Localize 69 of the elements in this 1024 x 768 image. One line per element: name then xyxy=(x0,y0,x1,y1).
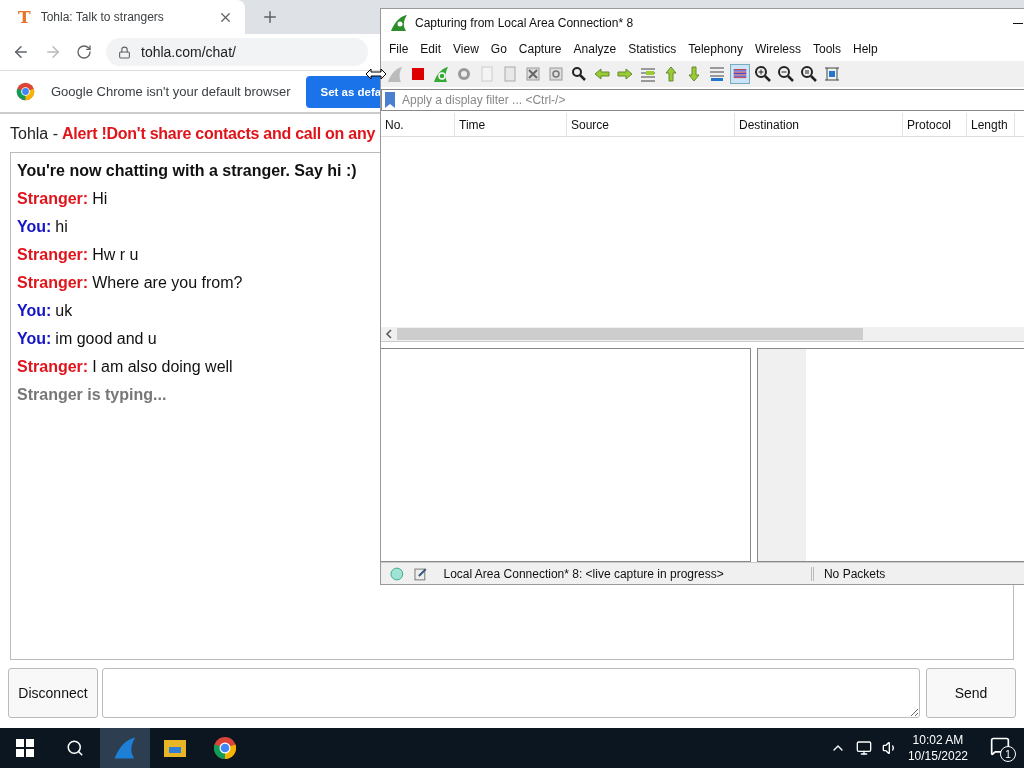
window-title: Capturing from Local Area Connection* 8 xyxy=(415,16,634,30)
message-text: im good and u xyxy=(55,330,157,348)
status-circle-icon xyxy=(390,566,404,581)
disconnect-button[interactable]: Disconnect xyxy=(8,668,98,718)
typing-indicator: Stranger is typing... xyxy=(17,386,167,404)
tab-title: Tohla: Talk to strangers xyxy=(40,10,165,24)
menu-item[interactable]: Go xyxy=(484,42,513,56)
message-text: uk xyxy=(55,302,73,320)
speaker-label: You: xyxy=(17,330,52,348)
speaker-label: Stranger: xyxy=(17,274,89,292)
display-filter-field[interactable]: Apply a display filter ... <Ctrl-/> xyxy=(381,89,1024,111)
zoom-out-icon[interactable] xyxy=(776,64,796,84)
message-text: Hw r u xyxy=(92,246,139,264)
speaker-label: Stranger: xyxy=(17,246,89,264)
system-message: You're now chatting with a stranger. Say hi :) xyxy=(17,162,357,180)
menu-item[interactable]: Help xyxy=(847,42,884,56)
minimize-icon[interactable] xyxy=(1013,22,1023,24)
speaker-label: You: xyxy=(17,218,52,236)
menu-item[interactable]: Telephony xyxy=(682,42,749,56)
network-icon[interactable] xyxy=(855,740,872,756)
resize-columns-icon[interactable] xyxy=(822,64,842,84)
address-bar[interactable]: tohla.com/chat/ xyxy=(106,38,368,66)
send-button[interactable]: Send xyxy=(926,668,1016,718)
menu-item[interactable]: Statistics xyxy=(622,42,683,56)
menu-item[interactable]: Edit xyxy=(414,42,448,56)
message-text: hi xyxy=(55,218,68,236)
menu-item[interactable]: Analyze xyxy=(567,42,623,56)
chrome-icon xyxy=(16,82,35,101)
message-input[interactable] xyxy=(102,668,920,718)
browser-tab[interactable]: T Tohla: Talk to strangers xyxy=(0,0,245,34)
menu-item[interactable]: Capture xyxy=(512,42,568,56)
speaker-label: Stranger: xyxy=(17,358,89,376)
message-text: Where are you from? xyxy=(92,274,243,292)
menu-item[interactable]: Wireless xyxy=(749,42,807,56)
colorize-icon[interactable] xyxy=(730,64,750,84)
column-header[interactable]: Protocol xyxy=(903,113,967,136)
clock[interactable]: 10:02 AM 10/15/2022 xyxy=(907,732,968,764)
bookmark-icon[interactable] xyxy=(385,92,395,108)
shark-fin-icon xyxy=(389,13,409,33)
edit-icon[interactable] xyxy=(413,566,428,581)
capture-status: Local Area Connection* 8: <live capture in progress> xyxy=(442,566,725,581)
horizontal-scrollbar[interactable] xyxy=(381,327,1024,341)
restart-icon[interactable] xyxy=(431,64,451,84)
infobar-text: Google Chrome isn't your default browser xyxy=(51,84,291,99)
column-header[interactable]: Destination xyxy=(735,113,903,136)
menu-item[interactable]: Tools xyxy=(807,42,847,56)
plus-icon[interactable] xyxy=(261,8,279,26)
site-name: Tohla - xyxy=(10,125,59,143)
back-icon[interactable] xyxy=(12,43,30,61)
column-header[interactable]: Length xyxy=(967,113,1015,136)
message-text: Hi xyxy=(92,190,108,208)
reload-icon[interactable] xyxy=(76,44,92,60)
column-header[interactable]: Source xyxy=(567,113,735,136)
speaker-label: You: xyxy=(17,302,52,320)
menu-item[interactable]: File xyxy=(383,42,415,56)
lock-icon xyxy=(118,45,131,59)
autoscroll-icon[interactable] xyxy=(707,64,727,84)
chrome-icon xyxy=(213,736,237,760)
zoom-reset-icon[interactable] xyxy=(799,64,819,84)
close-file-icon[interactable] xyxy=(523,64,543,84)
message-text: I am also doing well xyxy=(92,358,233,376)
packet-count: No Packets xyxy=(810,566,1024,581)
menu-item[interactable]: View xyxy=(447,42,485,56)
alert-text: Alert !Don't share contacts and call on any xyxy=(62,125,376,143)
column-header[interactable]: Time xyxy=(455,113,567,136)
favicon: T xyxy=(18,7,31,27)
column-header[interactable]: No. xyxy=(381,113,455,136)
zoom-in-icon[interactable] xyxy=(753,64,773,84)
speaker-label: Stranger: xyxy=(17,190,89,208)
